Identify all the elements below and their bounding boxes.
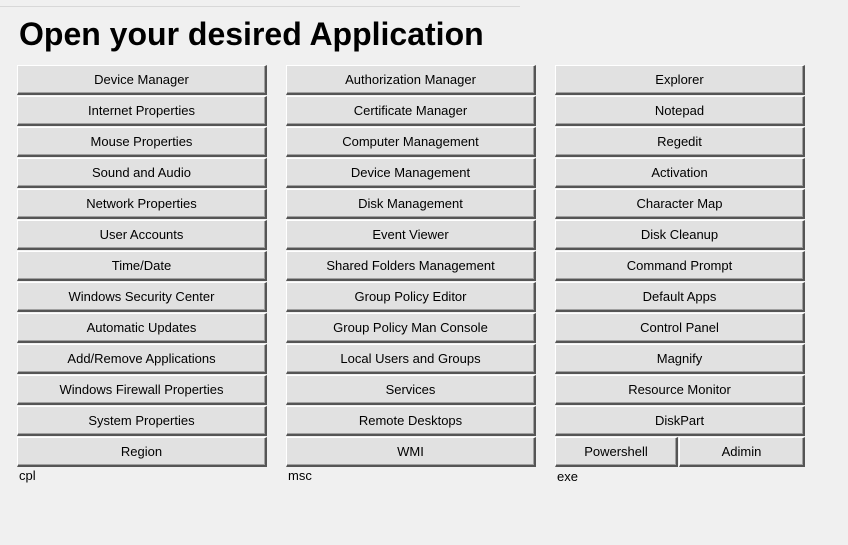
computer-management-button[interactable]: Computer Management [286,127,536,157]
resource-monitor-button[interactable]: Resource Monitor [555,375,805,405]
device-manager-cpl-button[interactable]: Device Manager [17,65,267,95]
powershell-button[interactable]: Powershell [555,437,678,467]
user-accounts-button[interactable]: User Accounts [17,220,267,250]
exe-column: Explorer Notepad Regedit Activation Char… [555,65,805,484]
msc-column-label: msc [288,468,312,483]
windows-firewall-properties-button[interactable]: Windows Firewall Properties [17,375,267,405]
control-panel-button[interactable]: Control Panel [555,313,805,343]
notepad-button[interactable]: Notepad [555,96,805,126]
msc-column: Authorization Manager Certificate Manage… [286,65,536,483]
shared-folders-management-button[interactable]: Shared Folders Management [286,251,536,281]
group-policy-editor-button[interactable]: Group Policy Editor [286,282,536,312]
powershell-admin-row: Powershell Adimin [555,437,805,468]
add-remove-applications-button[interactable]: Add/Remove Applications [17,344,267,374]
sound-and-audio-button[interactable]: Sound and Audio [17,158,267,188]
page-title: Open your desired Application [19,16,484,52]
exe-column-label: exe [557,469,578,484]
window-top-edge [0,0,520,7]
command-prompt-button[interactable]: Command Prompt [555,251,805,281]
cpl-column-label: cpl [19,468,36,483]
disk-cleanup-button[interactable]: Disk Cleanup [555,220,805,250]
explorer-button[interactable]: Explorer [555,65,805,95]
group-policy-man-console-button[interactable]: Group Policy Man Console [286,313,536,343]
certificate-manager-button[interactable]: Certificate Manager [286,96,536,126]
cpl-column: Device Manager Internet Properties Mouse… [17,65,267,483]
authorization-manager-button[interactable]: Authorization Manager [286,65,536,95]
character-map-button[interactable]: Character Map [555,189,805,219]
magnify-button[interactable]: Magnify [555,344,805,374]
time-date-button[interactable]: Time/Date [17,251,267,281]
mouse-properties-button[interactable]: Mouse Properties [17,127,267,157]
internet-properties-button[interactable]: Internet Properties [17,96,267,126]
windows-security-center-button[interactable]: Windows Security Center [17,282,267,312]
device-management-button[interactable]: Device Management [286,158,536,188]
wmi-button[interactable]: WMI [286,437,536,467]
app-window: { "title": "Open your desired Applicatio… [0,0,848,545]
admin-button[interactable]: Adimin [679,437,805,467]
diskpart-button[interactable]: DiskPart [555,406,805,436]
default-apps-button[interactable]: Default Apps [555,282,805,312]
event-viewer-button[interactable]: Event Viewer [286,220,536,250]
network-properties-button[interactable]: Network Properties [17,189,267,219]
automatic-updates-button[interactable]: Automatic Updates [17,313,267,343]
local-users-and-groups-button[interactable]: Local Users and Groups [286,344,536,374]
region-button[interactable]: Region [17,437,267,467]
disk-management-button[interactable]: Disk Management [286,189,536,219]
system-properties-button[interactable]: System Properties [17,406,267,436]
services-button[interactable]: Services [286,375,536,405]
remote-desktops-button[interactable]: Remote Desktops [286,406,536,436]
regedit-button[interactable]: Regedit [555,127,805,157]
activation-button[interactable]: Activation [555,158,805,188]
